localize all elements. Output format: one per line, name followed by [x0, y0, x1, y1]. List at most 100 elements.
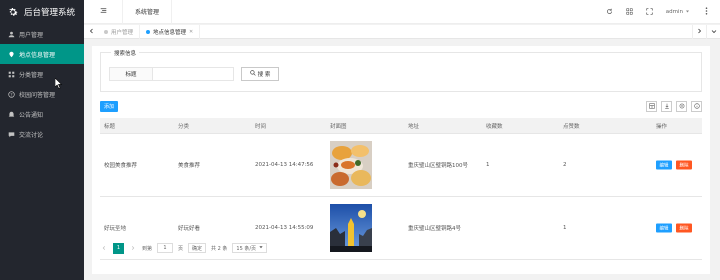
- edit-button[interactable]: 编辑: [656, 160, 672, 170]
- data-table: 标题 分类 时间 封面图 地址 收藏数 点赞数 操作 校园美食推荐 美食推荐 2…: [100, 118, 702, 260]
- sidebar-item-qa[interactable]: ? 校园问答管理: [0, 84, 84, 104]
- table-row: 校园美食推荐 美食推荐 2021-04-13 14:47:56 重庆璧山区璧铜路…: [100, 134, 702, 197]
- theme-button[interactable]: [620, 0, 640, 24]
- table-toolbar: [646, 101, 702, 112]
- tabs-dropdown-button[interactable]: [706, 25, 720, 39]
- gear-icon: [6, 5, 20, 19]
- svg-text:?: ?: [10, 92, 12, 97]
- user-menu[interactable]: admin: [660, 9, 696, 16]
- current-page[interactable]: 1: [113, 242, 124, 254]
- sidebar-item-label: 分类管理: [19, 71, 44, 79]
- refresh-icon: [606, 8, 613, 17]
- user-icon: [8, 31, 15, 38]
- goto-page-input[interactable]: 1: [157, 243, 174, 253]
- total-count: 共 2 条: [211, 245, 228, 252]
- edit-label: 编辑: [659, 163, 669, 168]
- column-header-category: 分类: [178, 123, 190, 130]
- title-field-label-text: 标题: [125, 72, 137, 78]
- table-header: 标题 分类 时间 封面图 地址 收藏数 点赞数 操作: [100, 118, 702, 134]
- page-size-select[interactable]: 15 条/页: [232, 243, 268, 253]
- goto-confirm-button[interactable]: 确定: [188, 243, 207, 253]
- qa-icon: ?: [8, 90, 15, 98]
- delete-label: 删除: [679, 163, 689, 168]
- title-search-input[interactable]: [152, 67, 234, 81]
- sidebar-item-label: 用户管理: [19, 31, 44, 39]
- add-button-label: 添加: [103, 104, 114, 110]
- export-button[interactable]: [661, 101, 672, 112]
- add-button[interactable]: 添加: [100, 101, 118, 112]
- tab-location-management[interactable]: 地点信息管理 ✕: [140, 24, 201, 39]
- fullscreen-button[interactable]: [640, 0, 660, 24]
- columns-filter-button[interactable]: [646, 101, 657, 112]
- close-icon[interactable]: ✕: [189, 29, 193, 35]
- refresh-button[interactable]: [600, 0, 620, 24]
- cover-image-scenery[interactable]: [330, 204, 372, 252]
- sidebar-item-notices[interactable]: 公告通知: [0, 104, 84, 124]
- sidebar-item-label: 地点信息管理: [19, 51, 56, 59]
- search-icon: [249, 70, 256, 78]
- goto-suffix: 页: [178, 245, 184, 252]
- header-actions: admin: [600, 0, 716, 24]
- tabs-right-controls: [692, 25, 720, 39]
- sidebar-item-locations[interactable]: 地点信息管理: [0, 44, 84, 64]
- row-actions: 编辑 删除: [656, 223, 692, 233]
- notice-icon: [8, 111, 15, 118]
- cell-time: 2021-04-13 14:47:56: [255, 162, 314, 168]
- cell-likes: 2: [563, 162, 567, 168]
- sidebar-item-discussion[interactable]: 交流讨论: [0, 124, 84, 144]
- fullscreen-icon: [646, 7, 653, 17]
- sidebar-toggle-button[interactable]: [84, 0, 122, 24]
- mouse-cursor-icon: [54, 77, 63, 91]
- column-header-title: 标题: [104, 123, 116, 130]
- pagination: 1 到第 1 页 确定 共 2 条 15 条/页: [100, 242, 268, 254]
- cell-category: 好玩好看: [178, 226, 201, 232]
- chevron-right-icon: [697, 28, 702, 36]
- more-button[interactable]: [696, 0, 716, 24]
- cell-address: 重庆璧山区璧铜路100号: [408, 163, 468, 169]
- tab-dot: [104, 29, 108, 34]
- search-legend: 搜索信息: [111, 49, 140, 57]
- delete-button[interactable]: 删除: [676, 160, 692, 170]
- sidebar: 后台管理系统 用户管理 地点信息管理 分类管理 ? 校园问答管理 公告通知 交流…: [0, 0, 84, 280]
- page-size-value: 15 条/页: [236, 245, 257, 252]
- search-button[interactable]: 搜 索: [241, 67, 279, 81]
- info-button[interactable]: [691, 101, 702, 112]
- content-card: 搜索信息 标题 搜 索 添加 标题 分类 时间 封面图 地址 收藏数 点赞数 操…: [92, 46, 710, 274]
- tab-label: 地点信息管理: [153, 29, 187, 36]
- print-icon: [679, 103, 685, 111]
- delete-button[interactable]: 删除: [676, 223, 692, 233]
- sidebar-menu: 用户管理 地点信息管理 分类管理 ? 校园问答管理 公告通知 交流讨论: [0, 24, 84, 144]
- sidebar-item-categories[interactable]: 分类管理: [0, 64, 84, 84]
- goto-prefix: 到第: [142, 245, 153, 252]
- page-tabs-bar: 用户管理 地点信息管理 ✕: [84, 24, 720, 39]
- search-fieldset: 搜索信息 标题 搜 索: [100, 49, 702, 92]
- tab-label: 用户管理: [111, 29, 134, 36]
- title-field-label: 标题: [109, 67, 153, 81]
- system-management-tab[interactable]: 系统管理: [122, 0, 173, 24]
- delete-label: 删除: [679, 226, 689, 231]
- sidebar-item-label: 校园问答管理: [19, 91, 56, 99]
- menu-fold-icon: [100, 7, 107, 16]
- caret-down-icon: [685, 9, 690, 16]
- search-button-label: 搜 索: [257, 72, 271, 78]
- column-header-address: 地址: [408, 123, 420, 130]
- cover-image-food[interactable]: [330, 141, 372, 189]
- chevron-left-icon: [89, 28, 94, 36]
- edit-label: 编辑: [659, 226, 669, 231]
- cell-favorites: 1: [486, 162, 490, 168]
- tabs-scroll-left-button[interactable]: [84, 25, 98, 39]
- column-header-time: 时间: [255, 123, 267, 130]
- top-header: 系统管理 admin: [84, 0, 720, 24]
- prev-page-icon[interactable]: [100, 245, 108, 251]
- tabs-scroll-right-button[interactable]: [692, 25, 706, 39]
- app-title: 后台管理系统: [24, 8, 76, 18]
- edit-button[interactable]: 编辑: [656, 223, 672, 233]
- columns-icon: [648, 102, 655, 111]
- cell-title: 校园美食推荐: [104, 163, 138, 169]
- sidebar-item-users[interactable]: 用户管理: [0, 24, 84, 44]
- sidebar-item-label: 交流讨论: [19, 131, 44, 139]
- tab-user-management[interactable]: 用户管理: [98, 24, 141, 39]
- next-page-icon[interactable]: [129, 245, 137, 251]
- cell-address: 重庆璧山区璧铜路4号: [408, 226, 461, 232]
- print-button[interactable]: [676, 101, 687, 112]
